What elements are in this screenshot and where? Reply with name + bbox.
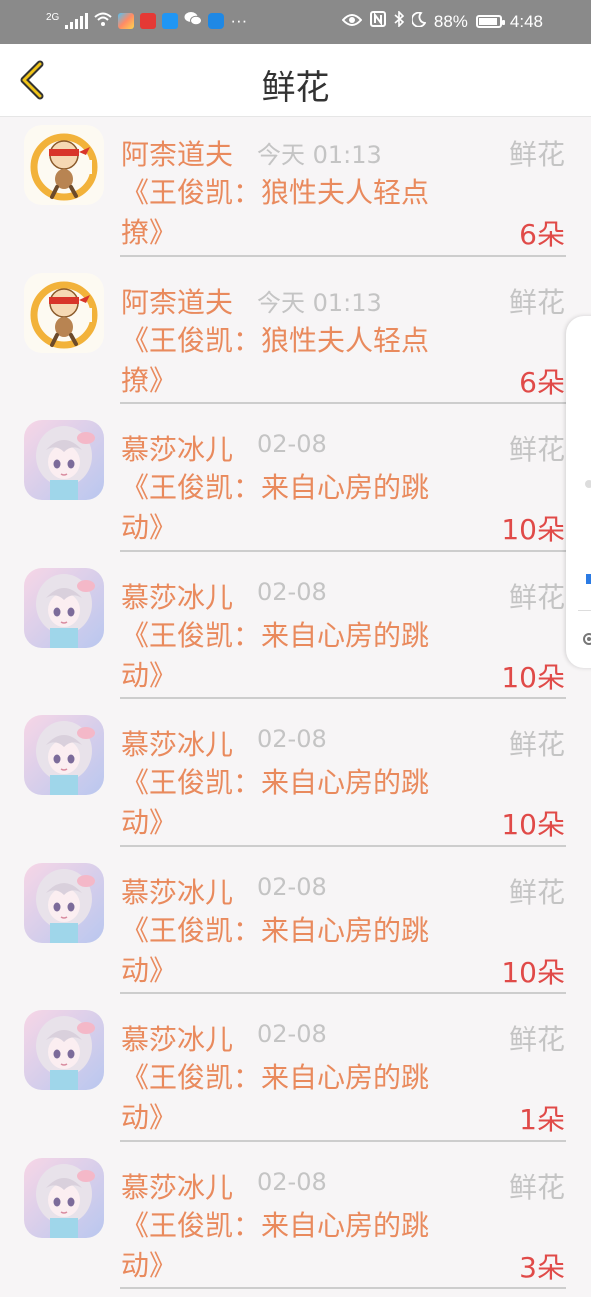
gift-type: 鲜花 (509, 281, 565, 321)
gift-count: 10朵 (501, 951, 565, 991)
avatar[interactable] (24, 1158, 104, 1238)
divider (120, 992, 566, 994)
sender-name[interactable]: 阿柰道夫 (121, 133, 233, 173)
work-title[interactable]: 《王俊凯：来自心房的跳动》 (121, 911, 461, 991)
gift-count: 10朵 (501, 656, 565, 696)
status-bar: 2G ··· 88% 4:48 (0, 0, 591, 44)
more-notifications-icon: ··· (230, 11, 247, 31)
divider (120, 255, 566, 257)
wechat-icon (184, 11, 202, 31)
avatar[interactable] (24, 568, 104, 648)
sender-name[interactable]: 慕莎冰儿 (121, 428, 233, 468)
sender-name[interactable]: 慕莎冰儿 (121, 723, 233, 763)
avatar[interactable] (24, 863, 104, 943)
panel-dot (585, 480, 591, 488)
avatar[interactable] (24, 273, 104, 353)
gear-icon[interactable] (580, 630, 591, 652)
work-title[interactable]: 《王俊凯：来自心房的跳动》 (121, 1058, 461, 1138)
network-type: 2G (46, 12, 59, 23)
sender-name[interactable]: 阿柰道夫 (121, 281, 233, 321)
work-title[interactable]: 《王俊凯：来自心房的跳动》 (121, 763, 461, 843)
list-item[interactable]: 慕莎冰儿 02-08 鲜花《王俊凯：来自心房的跳动》 10朵 (0, 855, 591, 1003)
gift-count: 6朵 (519, 213, 565, 253)
gift-type: 鲜花 (509, 1018, 565, 1058)
panel-indicator (586, 574, 591, 584)
list-item[interactable]: 阿柰道夫今天 01:13 鲜花《王俊凯：狼性夫人轻点撩》 6朵 (0, 265, 591, 413)
sender-name[interactable]: 慕莎冰儿 (121, 1018, 233, 1058)
timestamp: 02-08 (257, 725, 327, 753)
list-item[interactable]: 慕莎冰儿 02-08 鲜花《王俊凯：来自心房的跳动》 10朵 (0, 560, 591, 708)
timestamp: 02-08 (257, 873, 327, 901)
divider (120, 1287, 566, 1289)
eye-icon (342, 12, 362, 32)
timestamp: 02-08 (257, 1020, 327, 1048)
nfc-icon (370, 11, 386, 32)
avatar[interactable] (24, 125, 104, 205)
gift-record-list: 阿柰道夫今天 01:13鲜花《王俊凯：狼性夫人轻点撩》6朵阿柰道夫今天 01:1… (0, 117, 591, 1297)
avatar[interactable] (24, 715, 104, 795)
list-item[interactable]: 慕莎冰儿 02-08 鲜花《王俊凯：来自心房的跳动》 10朵 (0, 707, 591, 855)
header: 鲜花 (0, 44, 591, 117)
timestamp: 今天 01:13 (257, 283, 382, 318)
timestamp: 今天 01:13 (257, 135, 382, 170)
work-title[interactable]: 《王俊凯：来自心房的跳动》 (121, 468, 461, 548)
work-title[interactable]: 《王俊凯：来自心房的跳动》 (121, 616, 461, 696)
gift-type: 鲜花 (509, 576, 565, 616)
gift-count: 1朵 (519, 1098, 565, 1138)
gift-type: 鲜花 (509, 428, 565, 468)
app-icon (140, 13, 156, 29)
work-title[interactable]: 《王俊凯：狼性夫人轻点撩》 (121, 321, 461, 401)
divider (120, 845, 566, 847)
clock: 4:48 (510, 12, 543, 32)
divider (120, 697, 566, 699)
battery-icon (476, 15, 502, 28)
moon-icon (412, 12, 426, 32)
avatar[interactable] (24, 1010, 104, 1090)
work-title[interactable]: 《王俊凯：狼性夫人轻点撩》 (121, 173, 461, 253)
gift-count: 10朵 (501, 508, 565, 548)
panel-divider (578, 610, 591, 611)
floating-side-panel[interactable] (566, 316, 591, 668)
sender-name[interactable]: 慕莎冰儿 (121, 1166, 233, 1206)
bluetooth-icon (394, 11, 404, 32)
list-item[interactable]: 慕莎冰儿02-08鲜花《王俊凯：来自心房的跳动》3朵 (0, 1150, 591, 1297)
gift-type: 鲜花 (509, 1166, 565, 1206)
divider (120, 1140, 566, 1142)
page-title: 鲜花 (0, 60, 591, 109)
timestamp: 02-08 (257, 1168, 327, 1196)
divider (120, 402, 566, 404)
timestamp: 02-08 (257, 430, 327, 458)
list-item[interactable]: 慕莎冰儿 02-08 鲜花《王俊凯：来自心房的跳动》 10朵 (0, 412, 591, 560)
app-icon (162, 13, 178, 29)
app-icon (208, 13, 224, 29)
status-right: 88% 4:48 (342, 11, 543, 32)
app-icon (118, 13, 134, 29)
timestamp: 02-08 (257, 578, 327, 606)
gift-type: 鲜花 (509, 723, 565, 763)
gift-count: 6朵 (519, 361, 565, 401)
status-left: 2G ··· (46, 11, 247, 31)
divider (120, 550, 566, 552)
list-item[interactable]: 慕莎冰儿 02-08 鲜花《王俊凯：来自心房的跳动》 1朵 (0, 1002, 591, 1150)
gift-type: 鲜花 (509, 133, 565, 173)
avatar[interactable] (24, 420, 104, 500)
battery-percent: 88% (434, 12, 468, 32)
work-title[interactable]: 《王俊凯：来自心房的跳动》 (121, 1206, 461, 1286)
gift-type: 鲜花 (509, 871, 565, 911)
wifi-icon (94, 11, 112, 31)
signal-icon (65, 13, 88, 29)
sender-name[interactable]: 慕莎冰儿 (121, 576, 233, 616)
gift-count: 10朵 (501, 803, 565, 843)
sender-name[interactable]: 慕莎冰儿 (121, 871, 233, 911)
list-item[interactable]: 阿柰道夫今天 01:13 鲜花《王俊凯：狼性夫人轻点撩》 6朵 (0, 117, 591, 265)
